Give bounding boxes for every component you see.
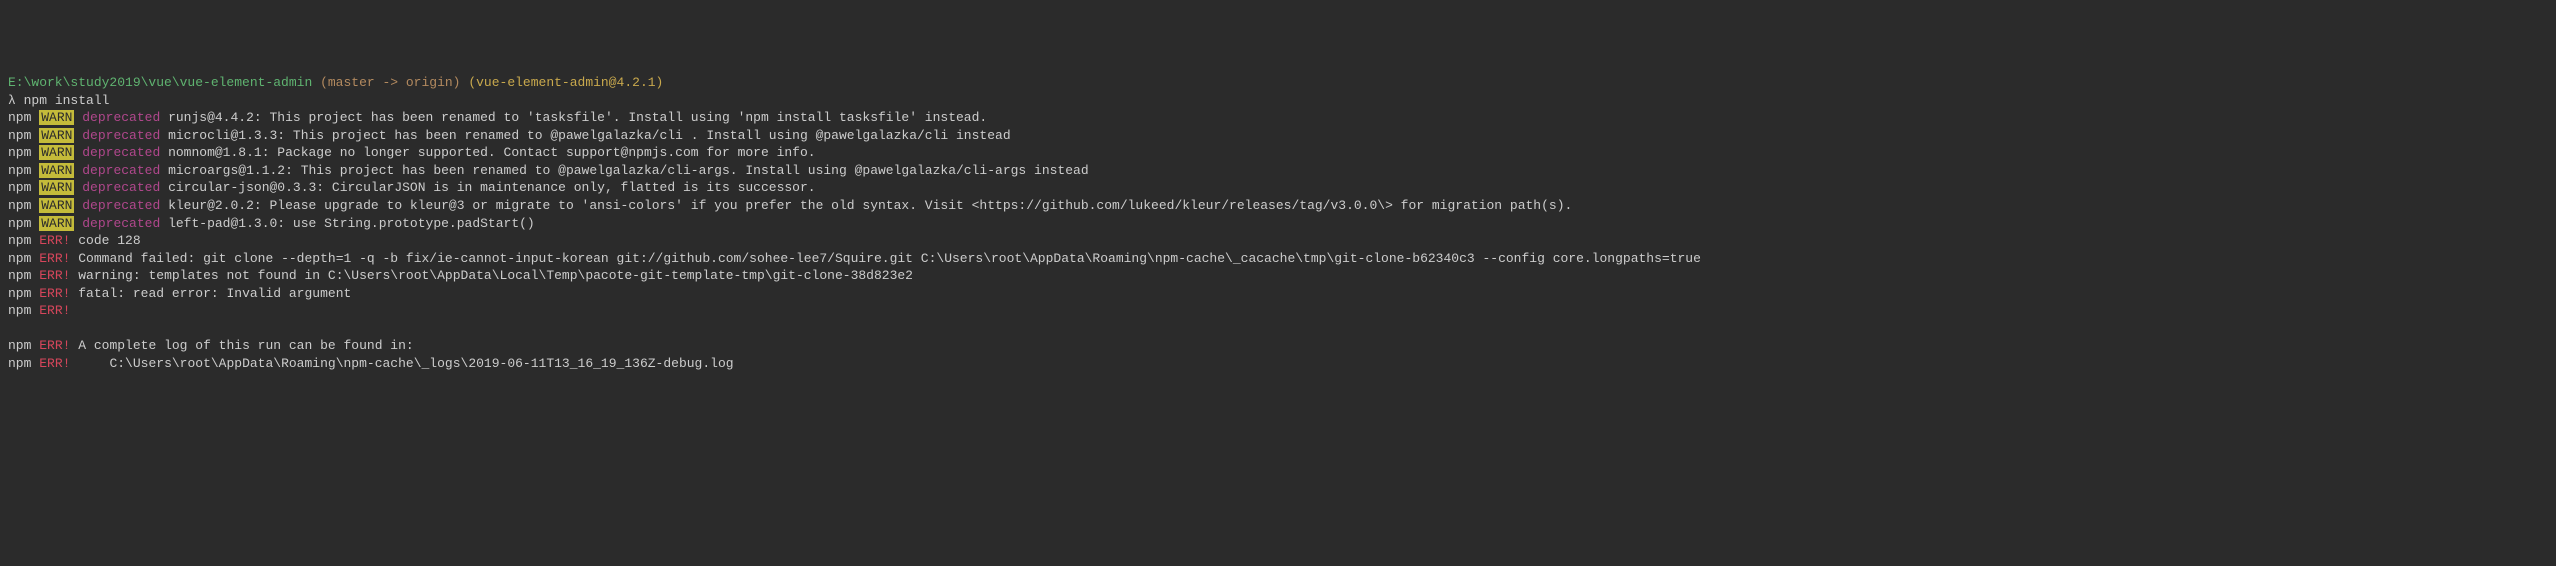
warn-badge: WARN	[39, 216, 74, 231]
warn-line: npm WARN deprecated left-pad@1.3.0: use …	[8, 215, 2548, 233]
prompt-version: (vue-element-admin@4.2.1)	[468, 75, 663, 90]
err-badge: ERR!	[39, 286, 70, 301]
command-line: λ npm install	[8, 92, 2548, 110]
deprecated-label: deprecated	[82, 163, 160, 178]
err-msg: code 128	[78, 233, 140, 248]
npm-label: npm	[8, 251, 31, 266]
warn-badge: WARN	[39, 198, 74, 213]
err-msg: warning: templates not found in C:\Users…	[78, 268, 913, 283]
err-line: npm ERR! warning: templates not found in…	[8, 267, 2548, 285]
npm-label: npm	[8, 128, 31, 143]
npm-label: npm	[8, 163, 31, 178]
npm-label: npm	[8, 233, 31, 248]
warn-line: npm WARN deprecated microargs@1.1.2: Thi…	[8, 162, 2548, 180]
err-badge: ERR!	[39, 251, 70, 266]
warn-badge: WARN	[39, 128, 74, 143]
blank-line	[8, 320, 2548, 338]
warn-line: npm WARN deprecated kleur@2.0.2: Please …	[8, 197, 2548, 215]
warn-badge: WARN	[39, 145, 74, 160]
deprecated-label: deprecated	[82, 128, 160, 143]
npm-label: npm	[8, 303, 31, 318]
warn-msg: kleur@2.0.2: Please upgrade to kleur@3 o…	[168, 198, 1572, 213]
npm-label: npm	[8, 356, 31, 371]
err-line: npm ERR! code 128	[8, 232, 2548, 250]
deprecated-label: deprecated	[82, 110, 160, 125]
err-line: npm ERR! fatal: read error: Invalid argu…	[8, 285, 2548, 303]
warn-msg: runjs@4.4.2: This project has been renam…	[168, 110, 987, 125]
command-text: npm install	[24, 93, 110, 108]
warn-badge: WARN	[39, 180, 74, 195]
warn-line: npm WARN deprecated runjs@4.4.2: This pr…	[8, 109, 2548, 127]
warn-msg: circular-json@0.3.3: CircularJSON is in …	[168, 180, 816, 195]
warn-msg: nomnom@1.8.1: Package no longer supporte…	[168, 145, 816, 160]
npm-label: npm	[8, 145, 31, 160]
err-msg: C:\Users\root\AppData\Roaming\npm-cache\…	[78, 356, 733, 371]
warn-badge: WARN	[39, 110, 74, 125]
npm-label: npm	[8, 110, 31, 125]
err-badge: ERR!	[39, 233, 70, 248]
deprecated-label: deprecated	[82, 216, 160, 231]
err-badge: ERR!	[39, 356, 70, 371]
prompt-branch: (master -> origin)	[320, 75, 460, 90]
warn-msg: left-pad@1.3.0: use String.prototype.pad…	[168, 216, 535, 231]
npm-label: npm	[8, 198, 31, 213]
err-msg: Command failed: git clone --depth=1 -q -…	[78, 251, 1701, 266]
npm-label: npm	[8, 286, 31, 301]
npm-label: npm	[8, 338, 31, 353]
deprecated-label: deprecated	[82, 180, 160, 195]
prompt-symbol: λ	[8, 93, 16, 108]
err-line: npm ERR! Command failed: git clone --dep…	[8, 250, 2548, 268]
warn-msg: microargs@1.1.2: This project has been r…	[168, 163, 1089, 178]
warn-line: npm WARN deprecated microcli@1.3.3: This…	[8, 127, 2548, 145]
err-badge: ERR!	[39, 338, 70, 353]
warn-msg: microcli@1.3.3: This project has been re…	[168, 128, 1011, 143]
prompt-path: E:\work\study2019\vue\vue-element-admin	[8, 75, 312, 90]
err-badge: ERR!	[39, 303, 70, 318]
err-line: npm ERR! C:\Users\root\AppData\Roaming\n…	[8, 355, 2548, 373]
warn-badge: WARN	[39, 163, 74, 178]
warn-line: npm WARN deprecated nomnom@1.8.1: Packag…	[8, 144, 2548, 162]
err-line: npm ERR! A complete log of this run can …	[8, 337, 2548, 355]
err-msg: fatal: read error: Invalid argument	[78, 286, 351, 301]
terminal-output[interactable]: E:\work\study2019\vue\vue-element-admin …	[8, 74, 2548, 372]
npm-label: npm	[8, 268, 31, 283]
err-msg: A complete log of this run can be found …	[78, 338, 413, 353]
npm-label: npm	[8, 180, 31, 195]
deprecated-label: deprecated	[82, 198, 160, 213]
prompt-line: E:\work\study2019\vue\vue-element-admin …	[8, 74, 2548, 92]
warn-line: npm WARN deprecated circular-json@0.3.3:…	[8, 179, 2548, 197]
err-badge: ERR!	[39, 268, 70, 283]
err-line: npm ERR!	[8, 302, 2548, 320]
npm-label: npm	[8, 216, 31, 231]
deprecated-label: deprecated	[82, 145, 160, 160]
